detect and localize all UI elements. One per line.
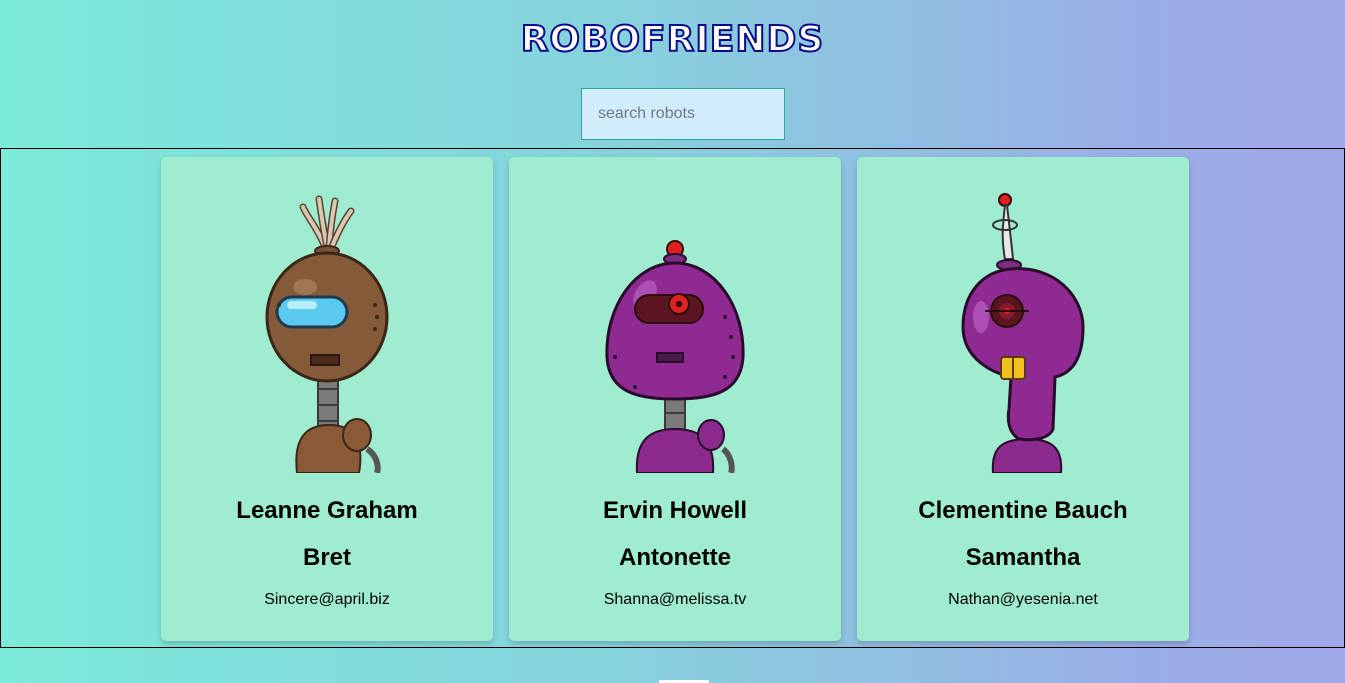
card-list: Leanne Graham Bret Sincere@april.biz Erv… (161, 157, 1189, 641)
robot-email: Nathan@yesenia.net (948, 591, 1098, 608)
robot-email: Sincere@april.biz (264, 591, 390, 608)
robot-username: Antonette (619, 544, 731, 571)
robot-email: Shanna@melissa.tv (603, 591, 747, 608)
search-input[interactable] (581, 88, 785, 140)
robot-card: Ervin Howell Antonette Shanna@melissa.tv (509, 157, 841, 641)
robot-username: Bret (302, 544, 351, 571)
search-box (581, 88, 785, 140)
robot-card: Leanne Graham Bret Sincere@april.biz (161, 157, 493, 641)
robot-name: Leanne Graham (236, 497, 418, 524)
robot-avatar-brown-icon (265, 195, 389, 473)
robot-name: Clementine Bauch (918, 497, 1128, 524)
robot-avatar-purple-icon (605, 240, 745, 473)
robot-avatar-magenta-icon (961, 193, 1085, 473)
robot-card: Clementine Bauch Samantha Nathan@yesenia… (857, 157, 1189, 641)
robot-name: Ervin Howell (602, 497, 748, 524)
robot-list-scroll-region[interactable]: Leanne Graham Bret Sincere@april.biz Erv… (0, 148, 1345, 648)
app-title: ROBOFRIENDS (520, 18, 825, 61)
robot-username: Samantha (965, 544, 1081, 571)
